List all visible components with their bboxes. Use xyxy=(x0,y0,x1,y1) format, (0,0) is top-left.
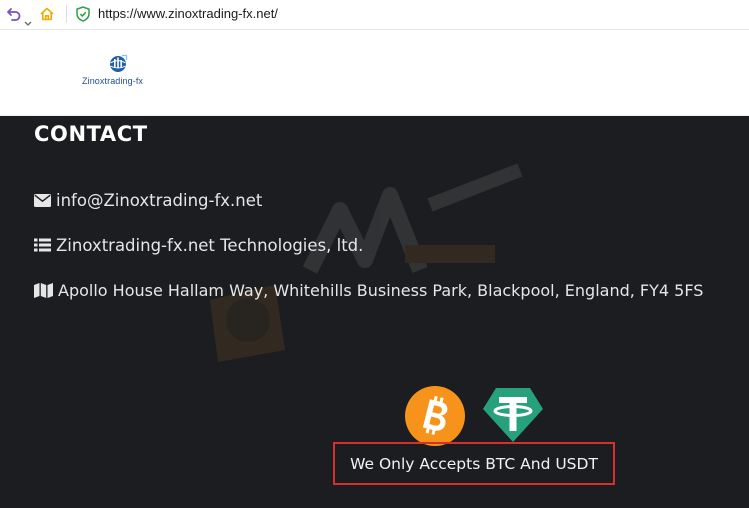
contact-company: Zinoxtrading-fx.net Technologies, ltd. xyxy=(56,235,364,255)
contact-email-row: info@Zinoxtrading-fx.net xyxy=(34,189,262,211)
contact-address-row: Apollo House Hallam Way, Whitehills Busi… xyxy=(34,279,703,301)
shield-icon[interactable] xyxy=(76,6,90,26)
chevron-down-icon[interactable] xyxy=(24,12,32,31)
crypto-notice: We Only Accepts BTC And USDT xyxy=(333,442,615,485)
tether-icon xyxy=(483,388,543,442)
crypto-notice-text: We Only Accepts BTC And USDT xyxy=(350,454,598,473)
site-logo[interactable]: Zinoxtrading-fx xyxy=(82,54,162,94)
toolbar-divider xyxy=(66,5,67,23)
browser-address-bar: https://www.zinoxtrading-fx.net/ xyxy=(0,0,749,30)
envelope-icon xyxy=(34,193,51,207)
home-icon[interactable] xyxy=(39,6,55,26)
back-icon[interactable] xyxy=(6,6,22,26)
watermark-logo xyxy=(210,163,523,362)
logo-globe-icon xyxy=(107,54,129,78)
contact-email[interactable]: info@Zinoxtrading-fx.net xyxy=(56,191,262,210)
list-icon xyxy=(34,238,51,252)
logo-text: Zinoxtrading-fx xyxy=(82,76,144,86)
map-icon xyxy=(34,282,53,298)
contact-heading: CONTACT xyxy=(34,122,148,146)
site-header: Zinoxtrading-fx xyxy=(0,30,749,116)
bitcoin-icon xyxy=(405,386,465,446)
contact-company-row: Zinoxtrading-fx.net Technologies, ltd. xyxy=(34,234,363,256)
contact-address: Apollo House Hallam Way, Whitehills Busi… xyxy=(58,280,704,300)
address-bar-url[interactable]: https://www.zinoxtrading-fx.net/ xyxy=(98,6,278,22)
